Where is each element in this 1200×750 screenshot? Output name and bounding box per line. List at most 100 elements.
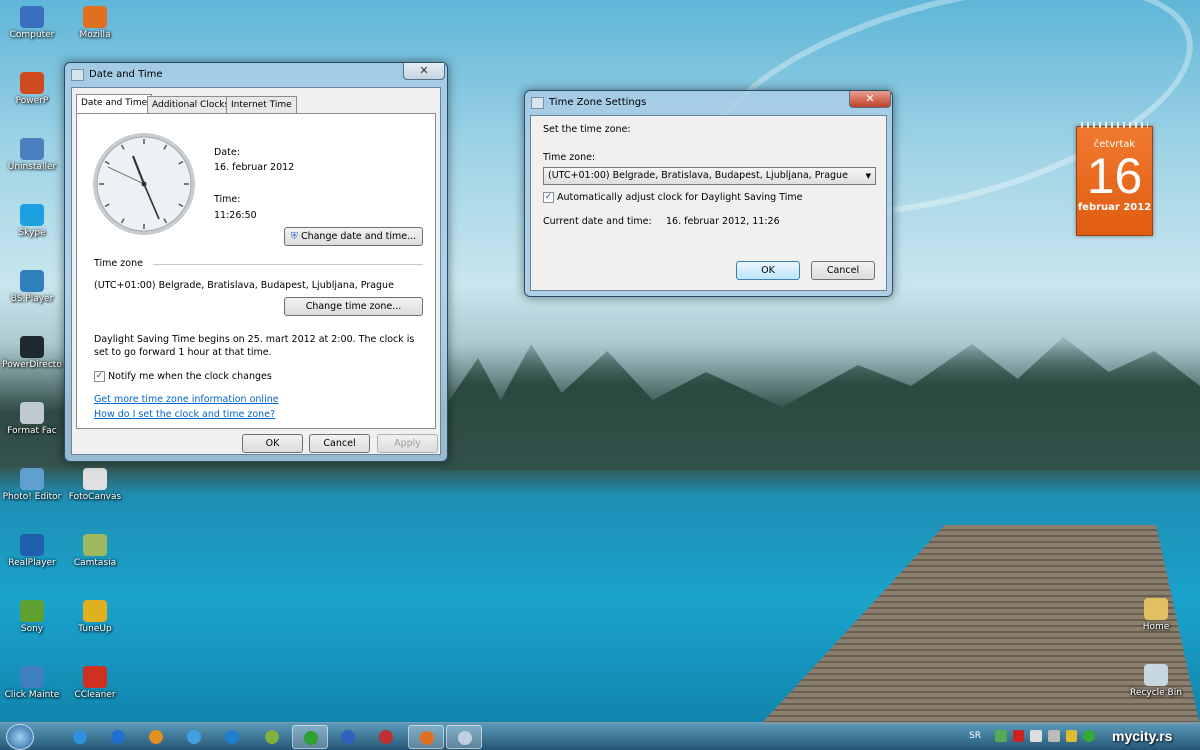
desktop-icon-recycle-bin[interactable]: Recycle Bin — [1124, 664, 1188, 698]
firefox-icon — [420, 731, 434, 745]
desktop-icon-skype[interactable]: Skype — [0, 204, 64, 238]
utorrent-tray-icon[interactable] — [1083, 730, 1096, 742]
change-timezone-button[interactable]: Change time zone... — [284, 297, 423, 316]
clock-app-icon — [71, 69, 84, 81]
app-teamviewer-icon — [225, 730, 239, 744]
language-indicator[interactable]: SR — [969, 731, 981, 741]
tab-date-and-time[interactable]: Date and Time — [76, 94, 153, 113]
date-time-dialog: Date and Time ✕ Date and Time Additional… — [64, 62, 448, 462]
desktop-icon-label: Mozilla — [79, 30, 111, 40]
desktop-icon-label: Uninstaller — [7, 162, 57, 172]
ok-button[interactable]: OK — [242, 434, 303, 453]
app-search-icon — [187, 730, 201, 744]
desktop-icon-label: CCleaner — [74, 690, 116, 700]
auto-dst-row[interactable]: ✓ Automatically adjust clock for Daylight… — [543, 192, 802, 203]
taskbar-app-app-globe[interactable] — [330, 725, 366, 749]
cancel-button[interactable]: Cancel — [309, 434, 370, 453]
desktop-icon-label: PowerDirecto — [2, 360, 62, 370]
time-label: Time: — [214, 194, 241, 205]
desktop-icon-computer[interactable]: Computer — [0, 6, 64, 40]
taskbar-app-internet-explorer[interactable] — [62, 725, 98, 749]
timezone-select-value: (UTC+01:00) Belgrade, Bratislava, Budape… — [548, 170, 848, 181]
taskbar-app-utorrent[interactable] — [292, 725, 328, 749]
ok-button[interactable]: OK — [736, 261, 800, 280]
taskbar-app-app-orange[interactable] — [138, 725, 174, 749]
uninstaller-icon — [20, 138, 44, 160]
desktop-icon-camtasia[interactable]: Camtasia — [63, 534, 127, 568]
desktop-icon-label: BS.Player — [10, 294, 54, 304]
more-timezone-info-link[interactable]: Get more time zone information online — [94, 394, 279, 405]
taskbar-app-app-red[interactable] — [368, 725, 404, 749]
title-bar[interactable]: Date and Time — [65, 63, 447, 87]
desktop-icon-tuneup[interactable]: TuneUp — [63, 600, 127, 634]
desktop-icon-uninstaller[interactable]: Uninstaller — [0, 138, 64, 172]
desktop-icon-label: Computer — [9, 30, 55, 40]
timezone-select[interactable]: (UTC+01:00) Belgrade, Bratislava, Budape… — [543, 167, 876, 185]
desktop-icon-label: FotoCanvas — [68, 492, 122, 502]
apply-button[interactable]: Apply — [377, 434, 438, 453]
calendar-gadget[interactable]: četvrtak 16 februar 2012 — [1076, 122, 1153, 236]
desktop-icon-label: Recycle Bin — [1130, 688, 1182, 698]
desktop-icon-photo-editor[interactable]: Photo! Editor — [0, 468, 64, 502]
date-time-control-panel-icon — [458, 731, 472, 745]
nvidia-tray-icon[interactable] — [995, 730, 1007, 742]
desktop-icon-click-mainte[interactable]: Click Mainte — [0, 666, 64, 700]
taskbar-app-app-shield[interactable] — [254, 725, 290, 749]
desktop-icon-realplayer[interactable]: RealPlayer — [0, 534, 64, 568]
analog-clock — [93, 133, 195, 235]
tuneup-tray-icon[interactable] — [1065, 730, 1078, 742]
calendar-rings — [1081, 122, 1148, 128]
desktop-icon-home[interactable]: Home — [1124, 598, 1188, 632]
desktop-icon-label: TuneUp — [78, 624, 112, 634]
taskbar-app-app-blue[interactable] — [100, 725, 136, 749]
app-blue-icon — [111, 730, 125, 744]
recycle-bin-icon — [1144, 664, 1168, 686]
bsplayer-icon — [20, 270, 44, 292]
fotocanvas-icon — [83, 468, 107, 490]
tab-panel: Date: 16. februar 2012 Time: 11:26:50 ⛨ … — [76, 113, 436, 429]
taskbar-app-date-time-control-panel[interactable] — [446, 725, 482, 749]
auto-dst-checkbox[interactable]: ✓ — [543, 192, 554, 203]
desktop-icon-label: Click Mainte — [4, 690, 60, 700]
current-datetime-label: Current date and time: — [543, 216, 652, 227]
desktop-icon-powerdirecto[interactable]: PowerDirecto — [0, 336, 64, 370]
notify-label: Notify me when the clock changes — [108, 371, 272, 382]
cancel-button[interactable]: Cancel — [811, 261, 875, 280]
network-tray-icon[interactable] — [1048, 730, 1060, 742]
timezone-label: Time zone: — [543, 152, 596, 163]
format-factory-icon — [20, 402, 44, 424]
desktop-icon-sony[interactable]: Sony — [0, 600, 64, 634]
app-shield-icon — [265, 730, 279, 744]
desktop-icon-powerp[interactable]: PowerP — [0, 72, 64, 106]
desktop-icon-bs-player[interactable]: BS.Player — [0, 270, 64, 304]
adobe-tray-icon[interactable] — [1012, 730, 1025, 742]
taskbar-app-firefox[interactable] — [408, 725, 444, 749]
tab-additional-clocks[interactable]: Additional Clocks — [147, 96, 235, 113]
start-button[interactable] — [6, 724, 34, 750]
desktop-icon-format-fac[interactable]: Format Fac — [0, 402, 64, 436]
taskbar-app-app-search[interactable] — [176, 725, 212, 749]
app-red-icon — [379, 730, 393, 744]
realplayer-icon — [20, 534, 44, 556]
internet-explorer-icon — [73, 730, 87, 744]
desktop-icon-label: Skype — [18, 228, 46, 238]
desktop-icon-mozilla[interactable]: Mozilla — [63, 6, 127, 40]
notify-checkbox[interactable]: ✓ — [94, 371, 105, 382]
desktop-icon-label: Sony — [20, 624, 44, 634]
title-bar[interactable]: Time Zone Settings — [525, 91, 892, 115]
desktop-icon-fotocanvas[interactable]: FotoCanvas — [63, 468, 127, 502]
auto-dst-label: Automatically adjust clock for Daylight … — [557, 192, 803, 203]
how-to-set-clock-link[interactable]: How do I set the clock and time zone? — [94, 409, 275, 420]
close-button[interactable]: ✕ — [849, 91, 891, 108]
dialog-title: Date and Time — [89, 69, 163, 80]
taskbar-app-app-teamviewer[interactable] — [214, 725, 250, 749]
notify-checkbox-row[interactable]: ✓ Notify me when the clock changes — [94, 371, 272, 382]
close-button[interactable]: ✕ — [403, 63, 445, 80]
tab-internet-time[interactable]: Internet Time — [226, 96, 297, 113]
desktop-icon-label: Format Fac — [7, 426, 57, 436]
change-date-time-button[interactable]: ⛨ Change date and time... — [284, 227, 423, 246]
app-orange-icon — [149, 730, 163, 744]
desktop-icon-ccleaner[interactable]: CCleaner — [63, 666, 127, 700]
camtasia-icon — [83, 534, 107, 556]
action-center-flag-icon[interactable] — [1030, 730, 1043, 742]
